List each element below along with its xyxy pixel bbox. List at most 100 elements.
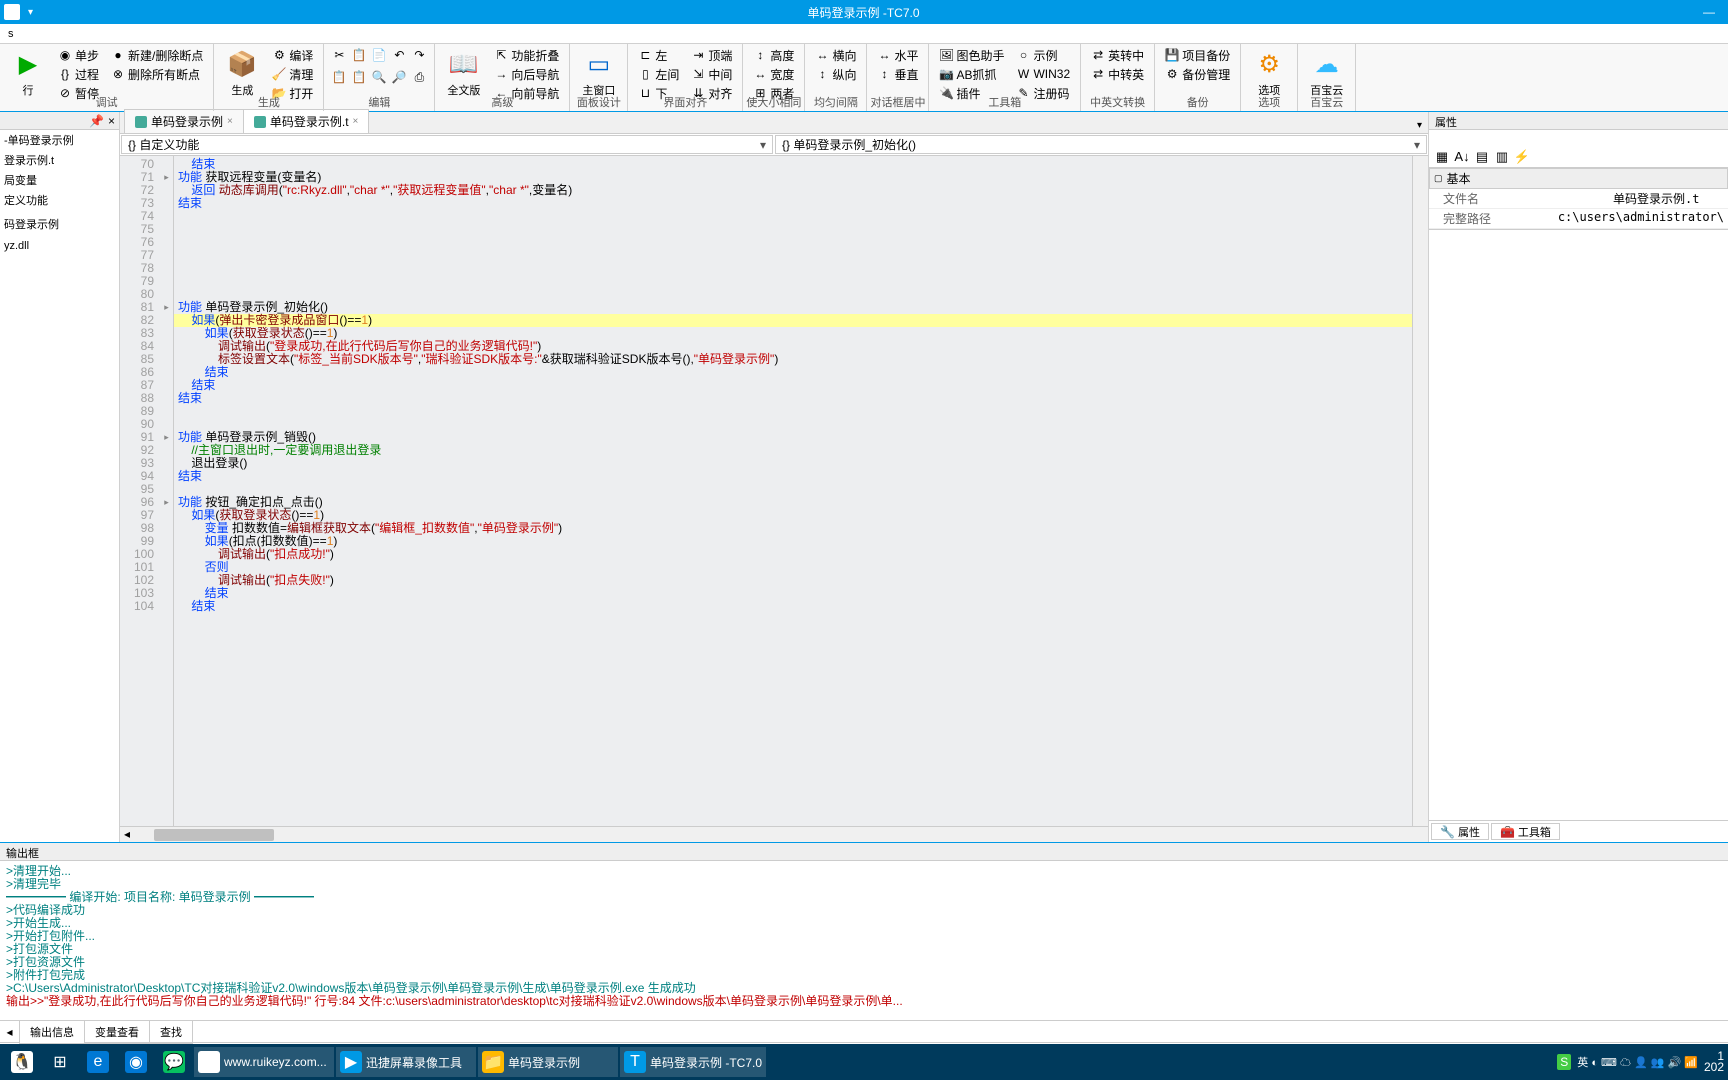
toolbar-icon[interactable]: 📋 (350, 68, 368, 86)
scroll-left-icon[interactable]: ◂ (0, 1025, 20, 1039)
taskbar-item[interactable]: 📁单码登录示例 (478, 1047, 618, 1077)
ribbon-button[interactable]: ↔横向 (811, 46, 860, 64)
taskbar-item[interactable]: 💬 (156, 1047, 192, 1077)
ribbon-button[interactable]: {}过程 (54, 65, 103, 83)
ribbon-button[interactable]: ↔宽度 (749, 65, 798, 83)
tree-item[interactable]: 局变量 (0, 170, 119, 190)
property-row[interactable]: 文件名单码登录示例.t (1429, 189, 1728, 209)
tree-item[interactable]: 码登录示例 (0, 214, 119, 234)
ribbon-button[interactable]: ⊏左 (634, 46, 683, 64)
sort-icon[interactable]: A↓ (1453, 148, 1471, 166)
file-icon (254, 116, 266, 128)
app-icon: 🐧 (11, 1051, 33, 1073)
ribbon-button[interactable]: ↕高度 (749, 46, 798, 64)
ribbon-button[interactable]: ▯左间 (634, 65, 683, 83)
editor-tab[interactable]: 单码登录示例× (124, 109, 244, 133)
vertical-scrollbar[interactable] (1412, 156, 1428, 826)
function-combo[interactable]: {} 单码登录示例_初始化() (775, 135, 1427, 154)
ribbon-button[interactable]: ○示例 (1012, 46, 1074, 64)
ribbon-button[interactable]: ⇄中转英 (1087, 65, 1148, 83)
output-tab[interactable]: 查找 (149, 1020, 193, 1044)
ribbon-button[interactable]: WWIN32 (1012, 65, 1074, 83)
grid-icon[interactable]: ▤ (1473, 148, 1491, 166)
ribbon-button[interactable]: ⇄英转中 (1087, 46, 1148, 64)
taskbar-item[interactable]: ⊞ (42, 1047, 78, 1077)
menu-item[interactable]: s (4, 28, 18, 40)
window-title: 单码登录示例 -TC7.0 (33, 4, 1694, 21)
property-group[interactable]: 基本 (1429, 168, 1728, 189)
lightning-icon[interactable]: ⚡ (1513, 148, 1531, 166)
ribbon-button[interactable]: ⇲中间 (687, 65, 736, 83)
code-editor[interactable]: 7071727374757677787980818283848586878889… (120, 156, 1428, 826)
toolbar-icon[interactable]: ↷ (410, 46, 428, 64)
system-tray[interactable]: S 英 ◐ ⌨ ☁ 👤 👥 🔊 📶 1202 (1557, 1051, 1724, 1073)
panel-header: 属性 (1429, 112, 1728, 130)
ribbon-button[interactable]: 📷AB抓抓 (935, 65, 1008, 83)
categorize-icon[interactable]: ▦ (1433, 148, 1451, 166)
pin-icon[interactable]: 📌 (89, 114, 104, 128)
taskbar-item[interactable]: ▶迅捷屏幕录像工具 (336, 1047, 476, 1077)
toolbar-icon[interactable]: 📋 (350, 46, 368, 64)
toolbar-icon[interactable]: 🔎 (390, 68, 408, 86)
tree-item[interactable]: 定义功能 (0, 190, 119, 210)
ribbon-button[interactable]: ⇥顶端 (687, 46, 736, 64)
tree-item[interactable]: 登录示例.t (0, 150, 119, 170)
titlebar: ▾ 单码登录示例 -TC7.0 — (0, 0, 1728, 24)
grid2-icon[interactable]: ▥ (1493, 148, 1511, 166)
app-icon (4, 4, 20, 20)
tree-item[interactable]: yz.dll (0, 238, 119, 254)
taskbar-item[interactable]: e (80, 1047, 116, 1077)
toolbar-icon[interactable]: 🔍 (370, 68, 388, 86)
properties-toolbar: ▦ A↓ ▤ ▥ ⚡ (1429, 146, 1728, 168)
panel-tab[interactable]: 🧰工具箱 (1491, 823, 1560, 840)
close-icon[interactable]: × (108, 114, 115, 128)
ribbon-button[interactable]: ⚙备份管理 (1161, 65, 1234, 83)
ribbon-button[interactable]: ▶行 (6, 46, 50, 100)
editor-tabs: 单码登录示例×单码登录示例.t× ▾ (120, 112, 1428, 134)
ribbon-button[interactable]: ↕垂直 (873, 65, 922, 83)
tab-menu-icon[interactable]: ▾ (1411, 118, 1428, 133)
ribbon-button[interactable]: 🖼图色助手 (935, 46, 1008, 64)
taskbar-item[interactable]: ◉www.ruikeyz.com... (194, 1047, 334, 1077)
ribbon-button[interactable]: ↔水平 (873, 46, 922, 64)
toolbar-icon[interactable]: ✂ (330, 46, 348, 64)
taskbar-item[interactable]: T单码登录示例 -TC7.0 (620, 1047, 766, 1077)
ribbon-button[interactable]: ⊗删除所有断点 (107, 65, 207, 83)
ribbon-button[interactable]: 📖全文版 (441, 46, 486, 100)
panel-tab[interactable]: 🔧属性 (1431, 823, 1489, 840)
app-icon: T (624, 1051, 646, 1073)
toolbar-icon[interactable]: 📄 (370, 46, 388, 64)
close-icon[interactable]: × (353, 116, 359, 127)
output-tab[interactable]: 变量查看 (84, 1020, 150, 1044)
close-icon[interactable]: × (227, 116, 233, 127)
ribbon-button[interactable]: ▭主窗口 (576, 46, 621, 100)
minimize-button[interactable]: — (1694, 5, 1724, 19)
app-icon: e (87, 1051, 109, 1073)
horizontal-scrollbar[interactable]: ◂ (120, 826, 1428, 842)
toolbar-icon[interactable]: 📋 (330, 68, 348, 86)
output-header: 输出框 (0, 843, 1728, 861)
ribbon-button[interactable]: ⚙选项 (1247, 46, 1291, 100)
toolbar-icon[interactable]: ↶ (390, 46, 408, 64)
ribbon-button[interactable]: ☁百宝云 (1304, 46, 1349, 100)
app-icon: 💬 (163, 1051, 185, 1073)
property-row[interactable]: 完整路径c:\users\administrator\ (1429, 209, 1728, 229)
ribbon-button[interactable]: 🧹清理 (268, 65, 317, 83)
scope-combo[interactable]: {} 自定义功能 (121, 135, 773, 154)
tree-item[interactable]: -单码登录示例 (0, 130, 119, 150)
taskbar-item[interactable]: 🐧 (4, 1047, 40, 1077)
tab-icon: 🔧 (1440, 825, 1455, 839)
ribbon-button[interactable]: ◉单步 (54, 46, 103, 64)
ribbon-button[interactable]: ⇱功能折叠 (490, 46, 563, 64)
output-line: >打包源文件 (6, 943, 1722, 956)
ribbon-button[interactable]: →向后导航 (490, 65, 563, 83)
toolbar-icon[interactable]: ⎙ (410, 68, 428, 86)
ribbon-button[interactable]: ↕纵向 (811, 65, 860, 83)
ribbon-button[interactable]: 💾项目备份 (1161, 46, 1234, 64)
ribbon-button[interactable]: 📦生成 (220, 46, 264, 100)
ribbon-button[interactable]: ●新建/删除断点 (107, 46, 207, 64)
ribbon-button[interactable]: ⚙编译 (268, 46, 317, 64)
editor-tab[interactable]: 单码登录示例.t× (243, 109, 370, 133)
output-tab[interactable]: 输出信息 (19, 1020, 85, 1044)
taskbar-item[interactable]: ◉ (118, 1047, 154, 1077)
